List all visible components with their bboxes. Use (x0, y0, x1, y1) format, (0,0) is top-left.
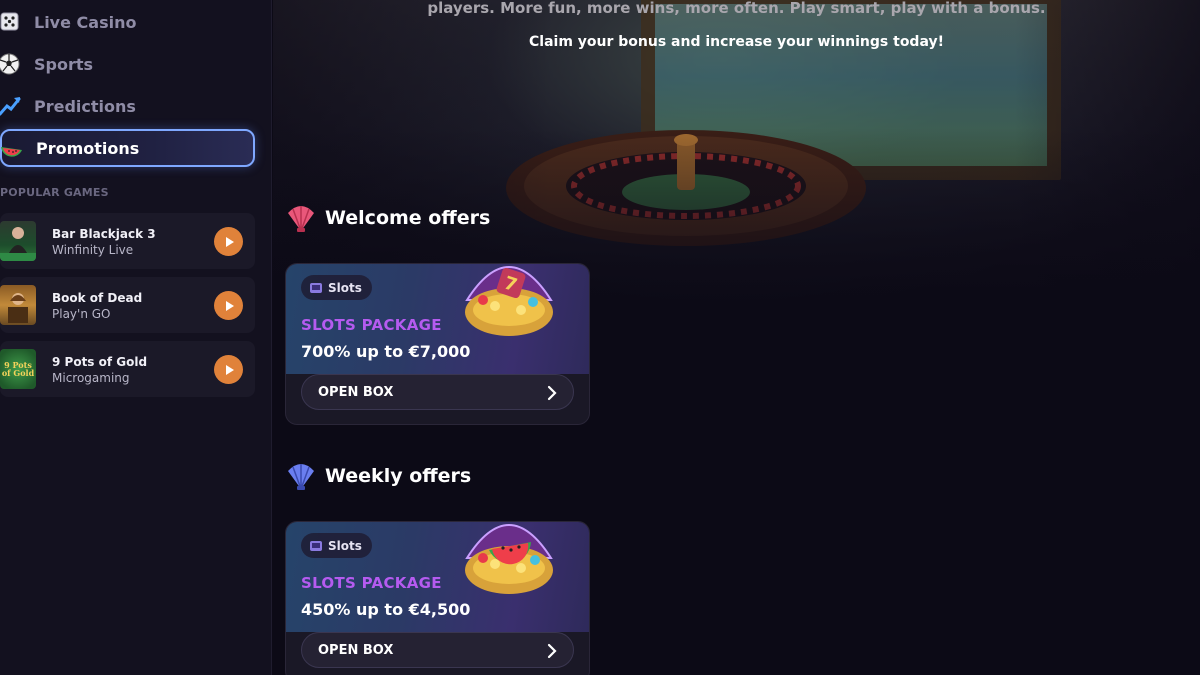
game-card-bar-blackjack[interactable]: Bar Blackjack 3 Winfinity Live (0, 213, 255, 269)
game-provider: Play'n GO (52, 307, 111, 321)
watermelon-icon (1, 147, 22, 157)
nav-label: Live Casino (34, 12, 137, 32)
game-thumbnail (0, 221, 36, 261)
play-icon (225, 236, 234, 247)
game-thumbnail: 9 Pots of Gold (0, 349, 36, 389)
chevron-right-icon (547, 385, 557, 401)
play-icon (225, 300, 234, 311)
welcome-offers-heading: Welcome offers (285, 202, 490, 234)
badge-label: Slots (328, 280, 362, 295)
play-button[interactable] (214, 355, 243, 384)
category-badge: Slots (301, 533, 372, 558)
badge-label: Slots (328, 538, 362, 553)
nav-label: Promotions (36, 138, 140, 158)
play-button[interactable] (214, 291, 243, 320)
game-provider: Winfinity Live (52, 243, 134, 257)
weekly-offers-heading: Weekly offers (285, 460, 471, 492)
nav-item-sports[interactable]: Sports (0, 45, 255, 83)
treasure-shell-image: 7 (465, 266, 553, 336)
open-box-button[interactable]: OPEN BOX (301, 374, 574, 410)
slot-machine-icon (310, 540, 322, 551)
game-title: 9 Pots of Gold (52, 355, 148, 369)
section-title: Weekly offers (325, 465, 472, 487)
hero-cta-text: Claim your bonus and increase your winni… (529, 34, 944, 50)
nav-label: Predictions (34, 96, 136, 116)
nav-item-predictions[interactable]: Predictions (0, 87, 255, 125)
package-label: SLOTS PACKAGE (301, 316, 442, 334)
game-thumbnail (0, 285, 36, 325)
blue-shell-icon (288, 464, 314, 490)
slot-machine-icon (310, 282, 322, 293)
play-icon (225, 364, 234, 375)
game-thumbnail-text: 9 Pots of Gold (1, 360, 35, 378)
dice-icon (0, 12, 19, 31)
soccer-ball-icon (0, 53, 20, 75)
nav-item-live-casino[interactable]: Live Casino (0, 3, 255, 41)
open-box-button[interactable]: OPEN BOX (301, 632, 574, 668)
game-title: Bar Blackjack 3 (52, 227, 156, 241)
sidebar: Live Casino Sports Predictions Promotion… (0, 0, 272, 675)
category-badge: Slots (301, 275, 372, 300)
game-title: Book of Dead (52, 291, 143, 305)
nav-label: Sports (34, 54, 94, 74)
trend-up-icon (0, 97, 21, 116)
bonus-value: 450% up to €4,500 (301, 600, 471, 619)
chevron-right-icon (547, 643, 557, 659)
game-provider: Microgaming (52, 371, 130, 385)
button-label: OPEN BOX (318, 384, 394, 400)
treasure-shell-image (465, 524, 553, 594)
main-content: players. More fun, more wins, more often… (273, 0, 1200, 675)
popular-games-heading: POPULAR GAMES (0, 186, 109, 199)
package-label: SLOTS PACKAGE (301, 574, 442, 592)
hero-tagline: players. More fun, more wins, more often… (427, 0, 1046, 17)
pink-shell-icon (288, 206, 314, 232)
game-card-book-of-dead[interactable]: Book of Dead Play'n GO (0, 277, 255, 333)
nav-item-promotions[interactable]: Promotions (0, 129, 255, 167)
button-label: OPEN BOX (318, 642, 394, 658)
play-button[interactable] (214, 227, 243, 256)
bonus-value: 700% up to €7,000 (301, 342, 471, 361)
section-title: Welcome offers (325, 207, 491, 229)
game-card-9-pots-of-gold[interactable]: 9 Pots of Gold 9 Pots of Gold Microgamin… (0, 341, 255, 397)
